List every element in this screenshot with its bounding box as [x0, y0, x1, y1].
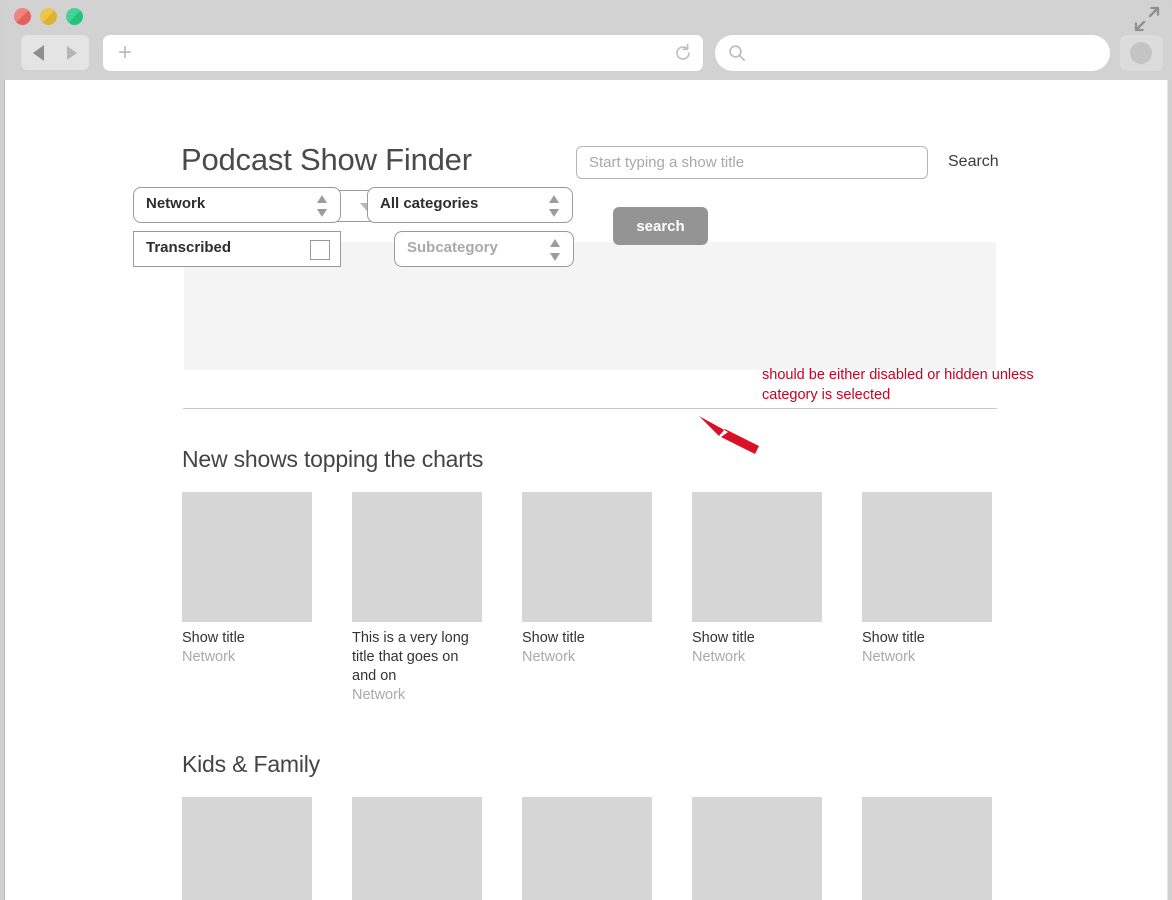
checkbox-unchecked-icon[interactable]	[310, 240, 330, 260]
annotation-arrow-icon	[699, 416, 759, 454]
show-card[interactable]	[692, 797, 822, 900]
address-bar[interactable]: +	[103, 35, 703, 71]
subcategory-select-label: Subcategory	[407, 239, 498, 256]
window-traffic-lights	[14, 8, 83, 25]
back-arrow-icon[interactable]	[32, 44, 44, 61]
show-thumbnail[interactable]	[692, 797, 822, 900]
section-title-new-shows: New shows topping the charts	[182, 446, 484, 472]
show-card-title: Show title	[692, 630, 755, 646]
profile-avatar-icon	[1130, 42, 1152, 64]
show-card-network: Network	[352, 687, 406, 703]
show-card[interactable]: Show title Network	[862, 492, 992, 667]
subcategory-select[interactable]: Subcategory	[394, 231, 574, 267]
transcribed-label: Transcribed	[146, 239, 232, 256]
show-card-title: Show title	[862, 630, 925, 646]
show-card-network: Network	[862, 649, 916, 665]
show-card[interactable]	[182, 797, 312, 900]
show-card-title: Show title	[182, 630, 245, 646]
forward-arrow-icon[interactable]	[67, 45, 78, 60]
show-thumbnail[interactable]	[862, 797, 992, 900]
show-thumbnail[interactable]	[862, 492, 992, 622]
stepper-up-down-icon[interactable]	[549, 195, 560, 217]
show-card[interactable]: Show title Network	[522, 492, 652, 667]
show-card[interactable]: This is a very long title that goes on a…	[352, 492, 482, 705]
category-select-label: All categories	[380, 195, 479, 212]
annotation-text: should be either disabled or hidden unle…	[762, 367, 1034, 403]
plus-icon[interactable]: +	[115, 41, 135, 65]
close-window-button[interactable]	[14, 8, 31, 25]
show-thumbnail[interactable]	[352, 492, 482, 622]
show-thumbnail[interactable]	[182, 797, 312, 900]
show-card[interactable]	[862, 797, 992, 900]
category-select[interactable]: All categories	[367, 187, 573, 223]
show-card[interactable]: Show title Network	[182, 492, 312, 667]
navigation-buttons	[21, 35, 89, 70]
expand-fullscreen-icon[interactable]	[1134, 6, 1160, 32]
stepper-up-down-icon[interactable]	[550, 239, 561, 261]
show-title-search-input[interactable]	[576, 146, 928, 179]
network-select[interactable]: Network	[133, 187, 341, 223]
show-card[interactable]	[522, 797, 652, 900]
page-content: Podcast Show Finder Advanced search Sear…	[5, 80, 1167, 900]
show-card-title: This is a very long title that goes on a…	[352, 630, 469, 684]
show-thumbnail[interactable]	[182, 492, 312, 622]
show-card-title: Show title	[522, 630, 585, 646]
show-card[interactable]: Show title Network	[692, 492, 822, 667]
section-title-kids-family: Kids & Family	[182, 751, 320, 777]
zoom-window-button[interactable]	[66, 8, 83, 25]
screen: + Podcast Show Finder Advanced s	[0, 0, 1172, 900]
show-thumbnail[interactable]	[352, 797, 482, 900]
network-select-label: Network	[146, 195, 206, 212]
show-thumbnail[interactable]	[522, 492, 652, 622]
show-card[interactable]	[352, 797, 482, 900]
show-card-network: Network	[182, 649, 236, 665]
show-card-network: Network	[692, 649, 746, 665]
stepper-up-down-icon[interactable]	[317, 195, 328, 217]
profile-button[interactable]	[1120, 35, 1163, 71]
browser-chrome: +	[4, 0, 1172, 80]
search-link[interactable]: Search	[948, 153, 999, 171]
search-icon	[729, 45, 746, 62]
browser-search-bar[interactable]	[715, 35, 1110, 71]
search-button[interactable]: search	[613, 207, 708, 245]
minimize-window-button[interactable]	[40, 8, 57, 25]
section-divider	[183, 408, 997, 409]
page-title: Podcast Show Finder	[181, 142, 472, 177]
page-viewport: Podcast Show Finder Advanced search Sear…	[4, 80, 1168, 900]
show-card-network: Network	[522, 649, 576, 665]
reload-icon[interactable]	[673, 43, 693, 63]
transcribed-field[interactable]: Transcribed	[133, 231, 341, 267]
show-thumbnail[interactable]	[522, 797, 652, 900]
show-thumbnail[interactable]	[692, 492, 822, 622]
